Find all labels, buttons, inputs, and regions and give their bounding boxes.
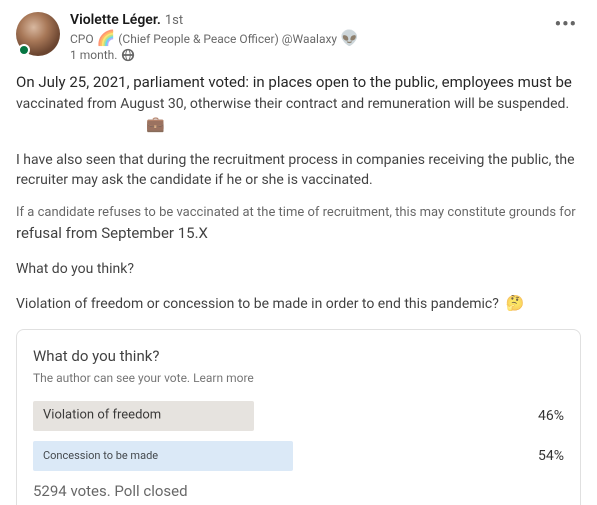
headline-text-1: CPO <box>70 32 97 46</box>
body-line-3a: If a candidate refuses to be vaccinated … <box>16 204 581 223</box>
post-header: Violette Léger. 1st CPO 🌈 (Chief People … <box>16 12 581 62</box>
globe-icon <box>121 48 135 62</box>
body-line-1: On July 25, 2021, parliament voted: in p… <box>16 72 581 94</box>
poll-sub-text: The author can see your vote. <box>33 371 193 385</box>
poll-title: What do you think? <box>33 346 564 368</box>
poll-option-1[interactable]: Violation of freedom 46% <box>33 401 564 431</box>
presence-indicator <box>18 44 30 56</box>
post-body: On July 25, 2021, parliament voted: in p… <box>16 72 581 505</box>
body-paragraph-2: I have also seen that during the recruit… <box>16 150 581 191</box>
post-meta: 1 month. <box>70 48 581 62</box>
body-line-2: vaccinated from August 30, otherwise the… <box>16 94 581 114</box>
briefcase-icon: 💼 <box>146 115 165 133</box>
author-block: Violette Léger. 1st CPO 🌈 (Chief People … <box>70 12 581 62</box>
rainbow-icon: 🌈 <box>97 29 116 47</box>
poll-option-2[interactable]: Concession to be made 54% <box>33 441 564 471</box>
overflow-menu-icon[interactable]: ••• <box>551 12 581 37</box>
headline-text-2: (Chief People & Peace Officer) @Waalaxy <box>115 32 340 46</box>
poll-footer: 5294 votes. Poll closed <box>33 481 564 503</box>
poll-subtitle: The author can see your vote. Learn more <box>33 370 564 387</box>
author-name[interactable]: Violette Léger. <box>70 12 161 28</box>
author-headline: CPO 🌈 (Chief People & Peace Officer) @Wa… <box>70 29 581 47</box>
connection-degree: 1st <box>165 13 183 28</box>
poll-option-2-pct: 54% <box>514 446 564 466</box>
learn-more-link[interactable]: Learn more <box>193 371 254 385</box>
poll-option-1-pct: 46% <box>514 406 564 426</box>
poll-option-2-label: Concession to be made <box>43 448 158 464</box>
body-question-2: Violation of freedom or concession to be… <box>16 296 499 312</box>
body-question-1: What do you think? <box>16 259 581 279</box>
author-avatar[interactable] <box>16 12 60 56</box>
body-line-3b: refusal from September 15.X <box>16 223 581 245</box>
thinking-face-icon: 🤔 <box>506 294 525 312</box>
feed-scroll[interactable]: Violette Léger. 1st CPO 🌈 (Chief People … <box>0 0 597 505</box>
poll-option-1-label: Violation of freedom <box>43 407 161 426</box>
post-time: 1 month. <box>70 48 117 62</box>
poll-card: What do you think? The author can see yo… <box>16 329 581 505</box>
post-card: Violette Léger. 1st CPO 🌈 (Chief People … <box>0 0 597 505</box>
alien-icon: 👽 <box>340 29 359 47</box>
